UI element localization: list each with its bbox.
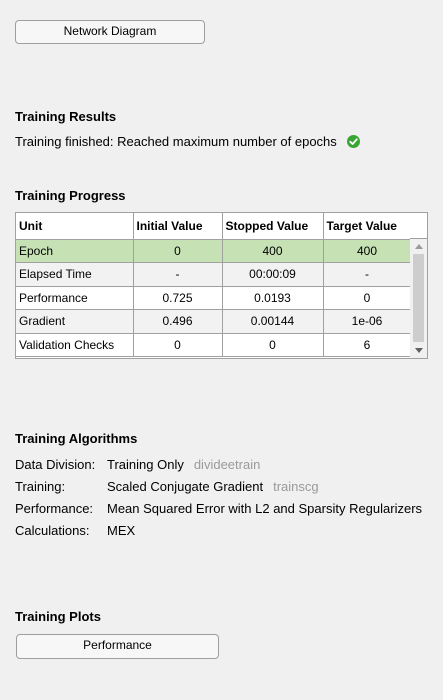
scroll-up-icon[interactable] bbox=[415, 244, 423, 249]
training-status: Training finished: Reached maximum numbe… bbox=[15, 134, 360, 149]
data-division-label: Data Division: bbox=[15, 457, 96, 472]
table-cell: Elapsed Time bbox=[16, 262, 134, 287]
table-row[interactable]: Elapsed Time - 00:00:09 - bbox=[16, 262, 412, 287]
table-cell: 6 bbox=[323, 333, 412, 357]
training-plots-heading: Training Plots bbox=[15, 609, 101, 624]
column-header-initial-value[interactable]: Initial Value bbox=[133, 213, 223, 240]
training-progress-table: Unit Initial Value Stopped Value Target … bbox=[15, 212, 428, 359]
table-cell: 0 bbox=[133, 239, 223, 263]
training-name: Scaled Conjugate Gradient bbox=[107, 479, 264, 494]
table-cell: 0 bbox=[133, 333, 223, 357]
table-scrollbar[interactable] bbox=[410, 239, 427, 358]
table-cell: 1e-06 bbox=[323, 309, 412, 334]
table-cell: 0.0193 bbox=[222, 286, 324, 310]
table-cell: 0.496 bbox=[133, 309, 223, 334]
calculations-label: Calculations: bbox=[15, 523, 90, 538]
performance-label: Performance: bbox=[15, 501, 94, 516]
scroll-down-icon[interactable] bbox=[415, 348, 423, 353]
table-cell: 0 bbox=[323, 286, 412, 310]
table-cell: 00:00:09 bbox=[222, 262, 324, 287]
table-header-corner bbox=[410, 213, 427, 239]
data-division-name: Training Only bbox=[107, 457, 184, 472]
table-cell: 0.725 bbox=[133, 286, 223, 310]
table-cell: - bbox=[133, 262, 223, 287]
check-circle-icon bbox=[346, 135, 360, 148]
data-division-code: divideetrain bbox=[193, 457, 261, 472]
training-algorithms-heading: Training Algorithms bbox=[15, 431, 138, 446]
table-row[interactable]: Validation Checks 0 0 6 bbox=[16, 333, 412, 357]
table-cell: 400 bbox=[222, 239, 324, 263]
scroll-thumb[interactable] bbox=[413, 254, 424, 342]
training-label: Training: bbox=[15, 479, 66, 494]
table-cell: 0 bbox=[222, 333, 324, 357]
column-header-stopped-value[interactable]: Stopped Value bbox=[222, 213, 324, 240]
table-cell: Validation Checks bbox=[16, 333, 134, 357]
table-row[interactable]: Gradient 0.496 0.00144 1e-06 bbox=[16, 309, 412, 334]
table-cell: 400 bbox=[323, 239, 412, 263]
training-progress-heading: Training Progress bbox=[15, 188, 126, 203]
column-header-target-value[interactable]: Target Value bbox=[323, 213, 412, 240]
training-results-heading: Training Results bbox=[15, 109, 117, 124]
performance-value: Mean Squared Error with L2 and Sparsity … bbox=[107, 501, 423, 516]
table-cell: - bbox=[323, 262, 412, 287]
training-status-text: Training finished: Reached maximum numbe… bbox=[15, 134, 337, 149]
calculations-value: MEX bbox=[107, 523, 136, 538]
training-code: trainscg bbox=[273, 479, 319, 494]
table-cell: Gradient bbox=[16, 309, 134, 334]
table-row[interactable]: Performance 0.725 0.0193 0 bbox=[16, 286, 412, 310]
table-cell: 0.00144 bbox=[222, 309, 324, 334]
column-header-unit[interactable]: Unit bbox=[16, 213, 134, 240]
table-cell: Epoch bbox=[16, 239, 134, 263]
network-diagram-button[interactable]: Network Diagram bbox=[15, 20, 205, 44]
data-division-value: Training Only divideetrain bbox=[107, 457, 260, 472]
training-value: Scaled Conjugate Gradient trainscg bbox=[107, 479, 319, 494]
table-cell: Performance bbox=[16, 286, 134, 310]
performance-plot-button[interactable]: Performance bbox=[16, 634, 219, 659]
table-row[interactable]: Epoch 0 400 400 bbox=[16, 239, 412, 263]
